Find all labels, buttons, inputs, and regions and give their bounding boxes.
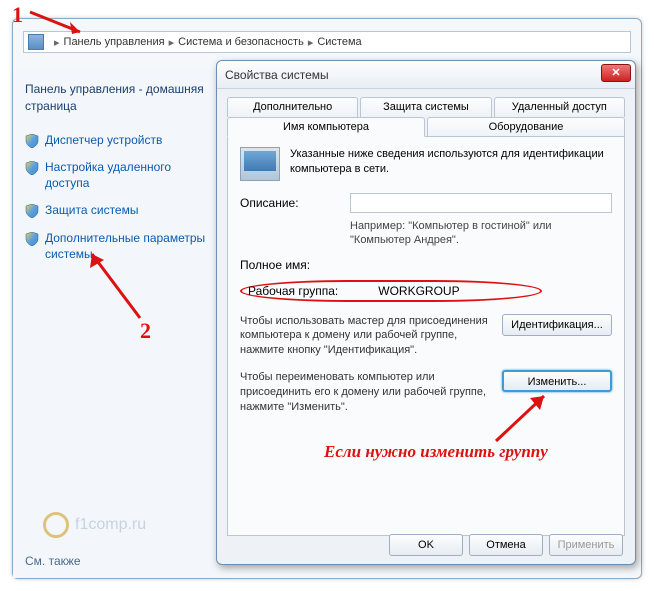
annotation-2: 2 <box>140 318 151 344</box>
ok-button[interactable]: OK <box>389 534 463 556</box>
watermark-text: f1comp.ru <box>75 516 146 534</box>
system-properties-dialog: Свойства системы ✕ Дополнительно Защита … <box>216 60 636 565</box>
annotation-text: Если нужно изменить группу <box>324 442 548 462</box>
breadcrumb-item[interactable]: Система и безопасность <box>178 36 304 48</box>
apply-button[interactable]: Применить <box>549 534 623 556</box>
breadcrumb-item[interactable]: Панель управления <box>64 36 165 48</box>
description-label: Описание: <box>240 196 350 210</box>
task-advanced[interactable]: Дополнительные параметры системы <box>25 231 213 262</box>
tab-advanced[interactable]: Дополнительно <box>227 97 358 117</box>
tab-hardware[interactable]: Оборудование <box>427 117 625 137</box>
computer-icon <box>240 147 280 181</box>
tab-computername[interactable]: Имя компьютера <box>227 117 425 137</box>
fullname-label: Полное имя: <box>240 258 310 272</box>
description-input[interactable] <box>350 193 612 213</box>
identify-text: Чтобы использовать мастер для присоедине… <box>240 314 494 359</box>
task-label: Настройка удаленного доступа <box>45 160 213 191</box>
tab-panel: Указанные ниже сведения используются для… <box>227 136 625 536</box>
workgroup-value: WORKGROUP <box>378 284 459 298</box>
task-protection[interactable]: Защита системы <box>25 203 213 219</box>
annotation-1: 1 <box>12 2 23 28</box>
task-label: Защита системы <box>45 203 138 219</box>
cancel-button[interactable]: Отмена <box>469 534 543 556</box>
desc-text: Указанные ниже сведения используются для… <box>290 147 612 177</box>
task-device-manager[interactable]: Диспетчер устройств <box>25 133 213 149</box>
see-also-label: См. также <box>25 554 81 568</box>
shield-icon <box>25 204 39 218</box>
watermark: f1comp.ru <box>43 512 146 538</box>
watermark-icon <box>43 512 69 538</box>
change-text: Чтобы переименовать компьютер или присое… <box>240 370 494 415</box>
dialog-titlebar[interactable]: Свойства системы ✕ <box>217 61 635 89</box>
task-label: Дополнительные параметры системы <box>45 231 213 262</box>
close-button[interactable]: ✕ <box>601 64 631 82</box>
breadcrumb-bar[interactable]: ▸ Панель управления ▸ Система и безопасн… <box>23 31 631 53</box>
dialog-buttons: OK Отмена Применить <box>389 534 623 556</box>
cp-home-link[interactable]: Панель управления - домашняя страница <box>25 81 213 115</box>
shield-icon <box>25 232 39 246</box>
bc-sep: ▸ <box>54 36 60 49</box>
task-remote[interactable]: Настройка удаленного доступа <box>25 160 213 191</box>
change-button[interactable]: Изменить... <box>502 370 612 392</box>
task-label: Диспетчер устройств <box>45 133 162 149</box>
shield-icon <box>25 134 39 148</box>
example-text: Например: "Компьютер в гостиной" или "Ко… <box>350 219 612 248</box>
tab-row-1: Дополнительно Защита системы Удаленный д… <box>227 97 625 117</box>
control-panel-icon <box>28 34 44 50</box>
tasks-panel: Панель управления - домашняя страница Ди… <box>13 69 215 578</box>
breadcrumb-item[interactable]: Система <box>317 36 361 48</box>
tab-row-2: Имя компьютера Оборудование <box>227 117 625 137</box>
tab-protection[interactable]: Защита системы <box>360 97 491 117</box>
bc-sep: ▸ <box>308 36 314 49</box>
shield-icon <box>25 161 39 175</box>
tab-remote[interactable]: Удаленный доступ <box>494 97 625 117</box>
workgroup-row: Рабочая группа: WORKGROUP <box>240 280 612 302</box>
bc-sep: ▸ <box>169 36 175 49</box>
workgroup-label: Рабочая группа: <box>248 284 338 298</box>
identify-button[interactable]: Идентификация... <box>502 314 612 336</box>
dialog-title-text: Свойства системы <box>225 68 329 82</box>
fullname-row: Полное имя: <box>240 258 612 272</box>
workgroup-highlight: Рабочая группа: WORKGROUP <box>240 280 542 302</box>
dialog-body: Дополнительно Защита системы Удаленный д… <box>217 89 635 546</box>
